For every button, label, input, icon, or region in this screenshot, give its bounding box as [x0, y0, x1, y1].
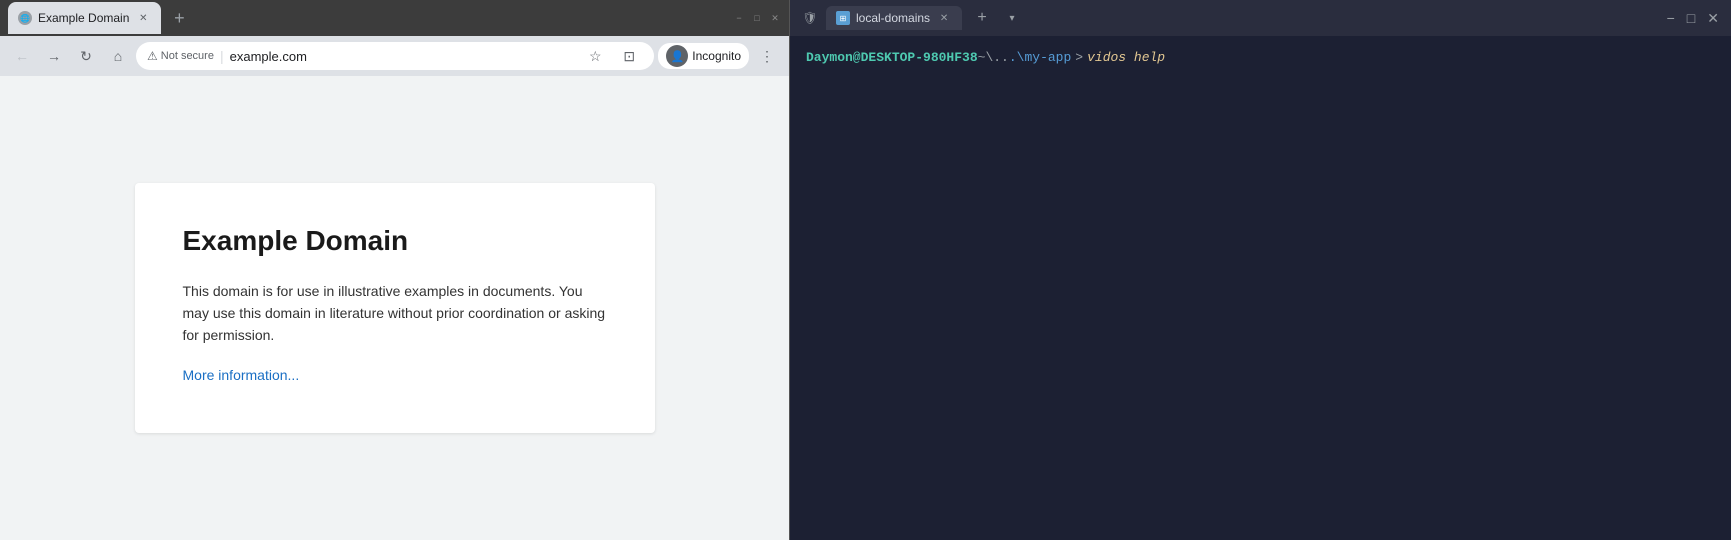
terminal-user: Daymon@DESKTOP-980HF38 [806, 48, 978, 68]
tab-label: Example Domain [38, 11, 129, 25]
terminal-tab-close-button[interactable]: ✕ [936, 10, 952, 26]
terminal-dropdown-button[interactable]: ▾ [1002, 8, 1022, 28]
home-button[interactable]: ⌂ [104, 42, 132, 70]
shield-icon: 🛡 [802, 10, 818, 26]
tab-favicon-icon: 🌐 [18, 11, 32, 25]
browser-menu-button[interactable]: ⋮ [753, 42, 781, 70]
tab-close-button[interactable]: ✕ [135, 10, 151, 26]
new-tab-button[interactable]: + [165, 4, 193, 32]
more-information-link[interactable]: More information... [183, 367, 300, 383]
page-title: Example Domain [183, 223, 607, 259]
reload-button[interactable]: ↻ [72, 42, 100, 70]
terminal-minimize-button[interactable]: − [1667, 10, 1675, 26]
bookmark-button[interactable]: ☆ [581, 42, 609, 70]
terminal-prompt-line: Daymon@DESKTOP-980HF38 ~\. . .\my-app > … [806, 48, 1715, 68]
browser-tab[interactable]: 🌐 Example Domain ✕ [8, 2, 161, 34]
terminal-window-controls: − □ ✕ [1667, 10, 1719, 27]
not-secure-label: Not secure [161, 50, 214, 62]
terminal-dot: . [1001, 48, 1009, 68]
terminal-tab-label: local-domains [856, 11, 930, 25]
address-divider: | [220, 48, 224, 64]
terminal-path: .\my-app [1009, 48, 1071, 68]
terminal-arrow: > [1075, 48, 1083, 68]
nav-bar: ← → ↻ ⌂ ⚠ Not secure | example.com ☆ ⊡ 👤… [0, 36, 789, 76]
address-bar[interactable]: ⚠ Not secure | example.com ☆ ⊡ [136, 42, 654, 70]
terminal-new-tab-button[interactable]: + [970, 6, 994, 30]
terminal-body[interactable]: Daymon@DESKTOP-980HF38 ~\. . .\my-app > … [790, 36, 1731, 540]
terminal-maximize-button[interactable]: □ [1687, 10, 1695, 26]
title-bar: 🌐 Example Domain ✕ + − □ ✕ [0, 0, 789, 36]
forward-button[interactable]: → [40, 42, 68, 70]
incognito-button[interactable]: 👤 Incognito [658, 43, 749, 69]
content-card: Example Domain This domain is for use in… [135, 183, 655, 433]
terminal-close-button[interactable]: ✕ [1707, 10, 1719, 27]
maximize-button[interactable]: □ [751, 12, 763, 24]
minimize-button[interactable]: − [733, 12, 745, 24]
close-button[interactable]: ✕ [769, 12, 781, 24]
extensions-button[interactable]: ⊡ [615, 42, 643, 70]
url-display: example.com [230, 49, 576, 64]
incognito-label: Incognito [692, 49, 741, 63]
window-controls: − □ ✕ [733, 12, 781, 24]
terminal-separator1: ~\. [978, 48, 1001, 68]
page-body-text: This domain is for use in illustrative e… [183, 280, 607, 347]
browser-window: 🌐 Example Domain ✕ + − □ ✕ ← → ↻ ⌂ ⚠ Not… [0, 0, 790, 540]
security-indicator: ⚠ Not secure [147, 49, 214, 63]
terminal-title-bar: 🛡 ⊞ local-domains ✕ + ▾ − □ ✕ [790, 0, 1731, 36]
terminal-tab[interactable]: ⊞ local-domains ✕ [826, 6, 962, 30]
incognito-avatar-icon: 👤 [666, 45, 688, 67]
terminal-command: vidos help [1087, 48, 1165, 68]
warning-icon: ⚠ [147, 49, 158, 63]
terminal-window: 🛡 ⊞ local-domains ✕ + ▾ − □ ✕ Daymon@DES… [790, 0, 1731, 540]
terminal-tab-icon: ⊞ [836, 11, 850, 25]
page-content: Example Domain This domain is for use in… [0, 76, 789, 540]
back-button[interactable]: ← [8, 42, 36, 70]
